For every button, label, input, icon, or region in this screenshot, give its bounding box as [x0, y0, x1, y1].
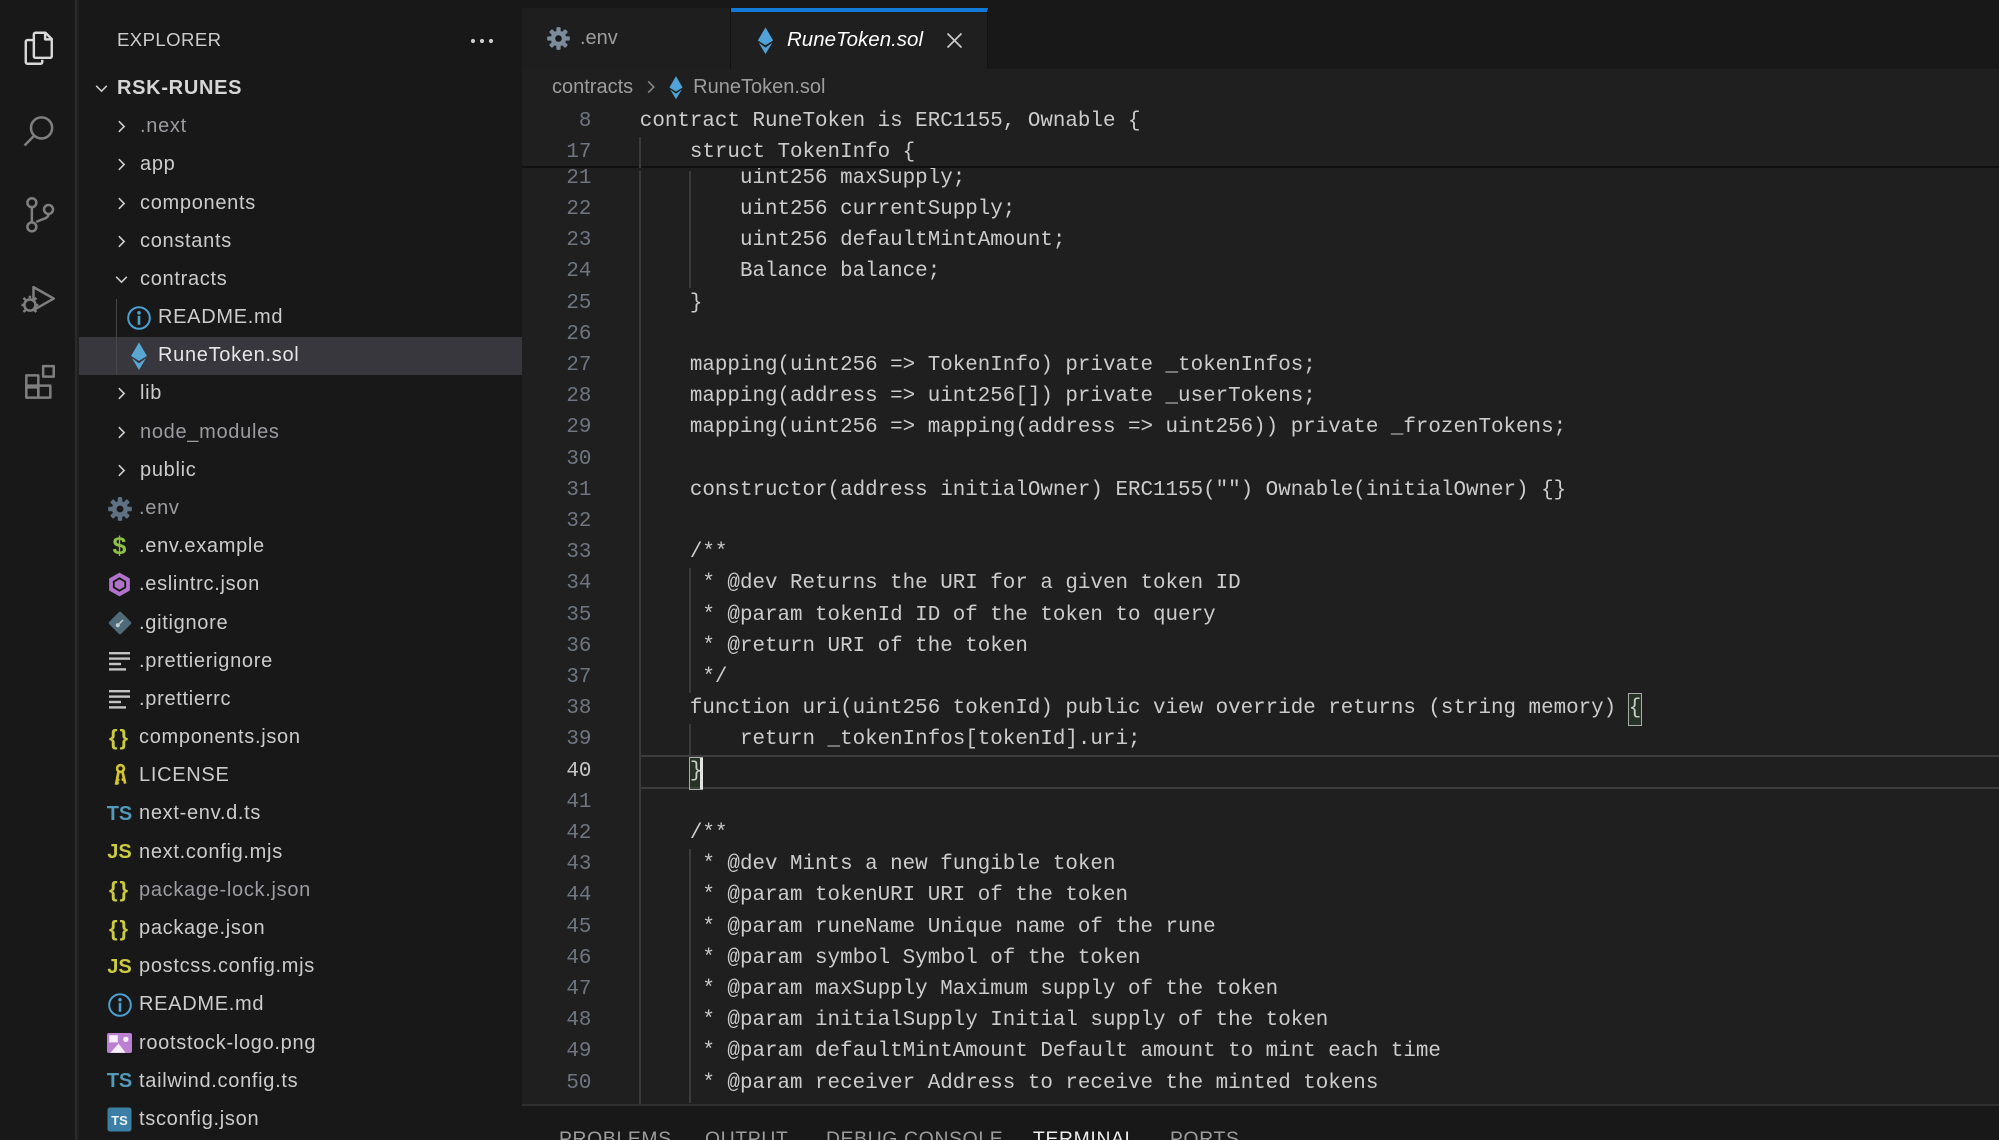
svg-text:TS: TS — [111, 1113, 128, 1128]
